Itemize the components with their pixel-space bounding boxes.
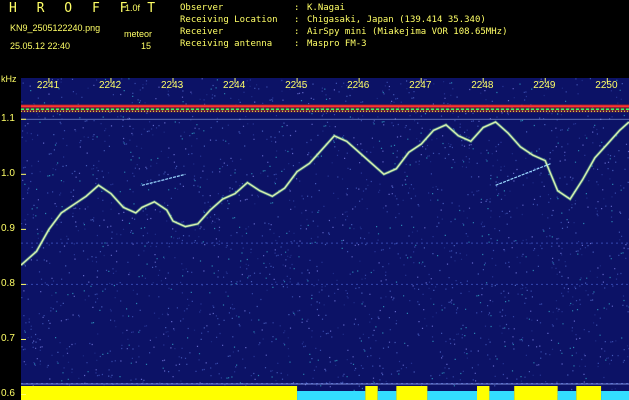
capture-timestamp: 25.05.12 22:40: [10, 41, 71, 51]
y-tick-label: 0.9: [1, 223, 15, 235]
info-row-location: Receiving Location: Chigasaki, Japan (139…: [180, 15, 486, 25]
y-tick-label: 0.6: [1, 388, 15, 400]
signal-bar-segment: [557, 391, 577, 400]
signal-bar-segment: [297, 391, 366, 400]
x-tick-label: 2242: [98, 80, 122, 91]
x-tick-label: 2243: [161, 80, 184, 91]
x-tick-label: 2245: [285, 80, 308, 91]
header-panel: H R O F F T 1.0f KN9_2505122240.png 25.0…: [0, 0, 629, 76]
x-tick-label: 2247: [409, 80, 432, 91]
meteor-streak: [141, 173, 186, 186]
noise-speckle: [21, 78, 629, 400]
x-tick-label: 2241: [36, 80, 60, 91]
signal-bar-segment: [377, 391, 397, 400]
y-axis-unit-label: kHz: [1, 74, 17, 84]
noise-speckle: [21, 78, 629, 400]
station-info: Observer: K.Nagai Receiving Location: Chig…: [180, 2, 507, 50]
x-tick-label: 2244: [223, 80, 246, 91]
mode-label: meteor: [124, 29, 153, 39]
signal-bar-segment: [489, 391, 515, 400]
info-row-observer: Observer: K.Nagai: [180, 3, 345, 13]
y-tick-label: 1.1: [1, 113, 15, 125]
signal-bar-segment: [396, 386, 428, 400]
signal-bar-segment: [514, 386, 558, 400]
y-tick-label: 1.0: [1, 168, 15, 180]
spectrogram-plot: [21, 78, 629, 400]
info-row-receiver: Receiver: AirSpy mini (Miakejima VOR 108.…: [180, 27, 508, 37]
noise-speckle: [25, 79, 629, 400]
x-tick-label: 2249: [533, 80, 556, 91]
signal-bar-segment: [21, 386, 298, 400]
x-tick-label: 2248: [471, 80, 494, 91]
x-tick-label: 2246: [347, 80, 370, 91]
info-row-antenna: Receiving antenna: Maspro FM-3: [180, 39, 367, 49]
y-tick-label: 0.7: [1, 333, 15, 345]
signal-bar-segment: [477, 386, 490, 400]
signal-bar-segment: [365, 386, 378, 400]
noise-speckle: [24, 78, 629, 400]
signal-bar-segment: [601, 391, 629, 400]
app-version: 1.0f: [125, 3, 141, 13]
signal-bar-segment: [427, 391, 477, 400]
signal-bar-segment: [576, 386, 602, 400]
y-tick-label: 0.8: [1, 278, 15, 290]
noise-speckle: [24, 78, 629, 400]
gain-value: 15: [141, 41, 152, 51]
spectrogram-svg: [21, 78, 629, 400]
image-filename: KN9_2505122240.png: [10, 23, 101, 33]
x-tick-label: 2250: [595, 80, 618, 91]
doppler-trace-glow: [21, 120, 629, 267]
